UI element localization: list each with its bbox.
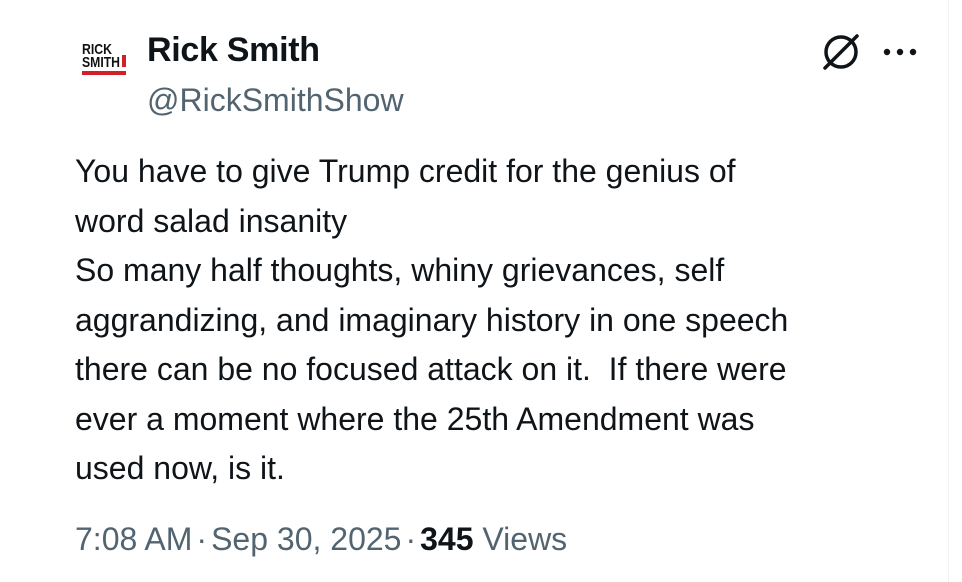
post-text-line: there can be no focused attack on it. If… bbox=[75, 351, 787, 387]
grok-icon[interactable] bbox=[819, 30, 863, 74]
author-handle[interactable]: @RickSmithShow bbox=[147, 82, 404, 119]
avatar-logo-line-2: SMITH bbox=[82, 54, 120, 71]
views-count[interactable]: 345 bbox=[420, 521, 473, 557]
avatar[interactable]: RICK SMITH bbox=[81, 40, 131, 82]
avatar-logo-bar bbox=[82, 71, 126, 75]
post-text: You have to give Trump credit for the ge… bbox=[75, 147, 935, 494]
post-meta: 7:08 AM · Sep 30, 2025 · 345 Views bbox=[75, 521, 567, 558]
post-card: RICK SMITH Rick Smith @RickSmithShow You… bbox=[0, 0, 949, 582]
views-label: Views bbox=[482, 521, 568, 557]
meta-separator: · bbox=[405, 521, 417, 557]
post-text-line: ever a moment where the 25th Amendment w… bbox=[75, 400, 755, 437]
post-text-line: word salad insanity bbox=[75, 202, 348, 239]
post-text-line: You have to give Trump credit for the ge… bbox=[75, 153, 736, 189]
meta-separator: · bbox=[196, 521, 208, 557]
more-icon[interactable] bbox=[880, 42, 920, 62]
post-text-line: So many half thoughts, whiny grievances,… bbox=[75, 252, 725, 288]
author-display-name[interactable]: Rick Smith bbox=[147, 31, 320, 70]
avatar-logo-mark bbox=[122, 55, 126, 67]
post-text-line: used now, is it. bbox=[75, 450, 285, 486]
post-text-line: aggrandizing, and imaginary history in o… bbox=[75, 301, 789, 338]
post-time[interactable]: 7:08 AM bbox=[75, 521, 192, 557]
post-date[interactable]: Sep 30, 2025 bbox=[211, 521, 401, 557]
